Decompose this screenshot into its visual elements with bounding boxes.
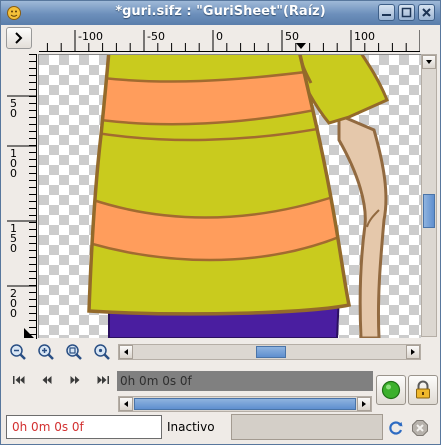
record-icon — [381, 380, 401, 400]
ruler-label: 100 — [354, 30, 375, 43]
ruler-label: -50 — [147, 30, 165, 43]
title-bar[interactable]: *guri.sifz : "GuriSheet"(Raíz) — [1, 1, 440, 25]
close-icon — [422, 8, 431, 17]
minimize-button[interactable] — [378, 4, 395, 21]
canvas-corner-marker-icon — [24, 328, 34, 338]
close-button[interactable] — [418, 4, 435, 21]
arrow-left-icon — [124, 401, 128, 407]
ruler-label: 200 — [10, 287, 17, 320]
maximize-button[interactable] — [398, 4, 415, 21]
lock-icon — [416, 380, 430, 399]
canvas-area[interactable] — [38, 54, 421, 338]
zoom-100-icon[interactable] — [93, 343, 111, 361]
current-time-display[interactable]: 0h 0m 0s 0f — [117, 371, 373, 391]
horizontal-scrollbar[interactable] — [118, 344, 421, 360]
ruler-label: 50 — [10, 97, 17, 120]
timeline-scroll-left-button[interactable] — [119, 397, 133, 411]
minimize-icon — [382, 14, 391, 16]
timeline-scroll-right-button[interactable] — [357, 397, 371, 411]
ruler-label: 150 — [10, 222, 17, 255]
animate-mode-button[interactable] — [376, 375, 406, 405]
zoom-in-icon[interactable] — [37, 343, 55, 361]
ruler-position-marker-icon[interactable] — [296, 43, 306, 49]
refresh-icon[interactable] — [387, 419, 405, 437]
horizontal-scroll-thumb[interactable] — [256, 346, 286, 358]
ruler-label: 100 — [10, 147, 17, 180]
arrow-right-icon — [362, 401, 366, 407]
ruler-label: 0 — [216, 30, 223, 43]
zoom-out-icon[interactable] — [9, 343, 27, 361]
arrow-down-icon — [426, 60, 432, 64]
scroll-left-button[interactable] — [119, 345, 133, 359]
chevron-right-icon — [15, 32, 23, 44]
vertical-scroll-thumb[interactable] — [423, 194, 435, 228]
seek-end-icon[interactable] — [94, 371, 112, 389]
ruler-label: -100 — [78, 30, 103, 43]
vertical-ruler[interactable]: 50 100 150 200 — [7, 54, 37, 339]
ruler-label: 50 — [285, 30, 299, 43]
arrow-right-icon — [411, 349, 415, 355]
render-progress-bar — [231, 414, 383, 440]
next-keyframe-icon[interactable] — [66, 371, 84, 389]
canvas-menu-button[interactable] — [6, 27, 32, 49]
prev-keyframe-icon[interactable] — [38, 371, 56, 389]
horizontal-ruler[interactable]: -100 -50 0 50 100 — [39, 28, 420, 52]
scroll-down-button[interactable] — [422, 55, 436, 69]
maximize-icon — [401, 7, 412, 18]
app-window: *guri.sifz : "GuriSheet"(Raíz) -100 -50 0 5… — [0, 0, 441, 445]
window-title: *guri.sifz : "GuriSheet"(Raíz) — [115, 4, 326, 19]
scroll-right-button[interactable] — [406, 345, 420, 359]
vertical-scrollbar[interactable] — [421, 54, 437, 337]
status-label: Inactivo — [167, 420, 215, 434]
time-field[interactable]: 0h 0m 0s 0f — [6, 415, 162, 439]
keyframe-lock-button[interactable] — [408, 375, 438, 405]
timeline-scrollbar[interactable] — [118, 396, 372, 412]
arrow-left-icon — [124, 349, 128, 355]
zoom-fit-icon[interactable] — [65, 343, 83, 361]
stop-icon[interactable] — [411, 419, 429, 437]
timeline-scroll-thumb[interactable] — [134, 398, 356, 410]
seek-begin-icon[interactable] — [10, 371, 28, 389]
